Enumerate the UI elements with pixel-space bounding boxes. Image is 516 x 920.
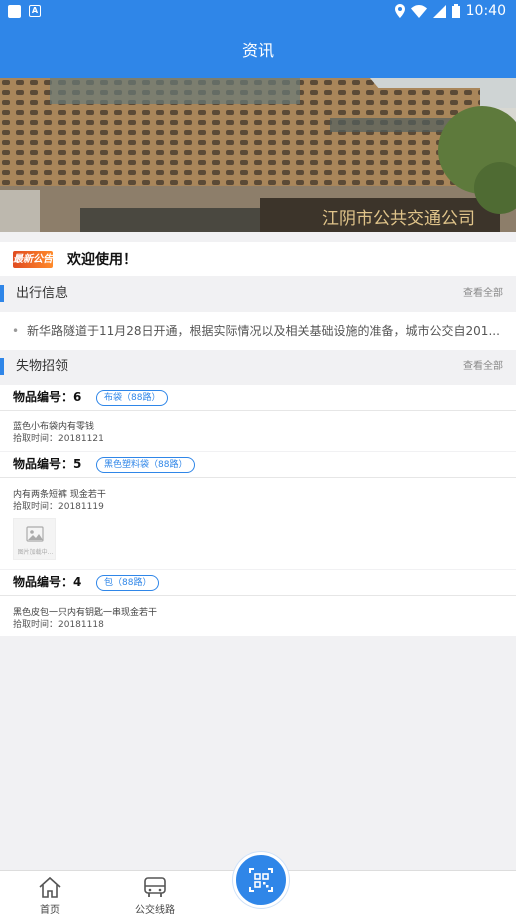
lost-item-header: 物品编号：5 黑色塑料袋（88路） xyxy=(0,452,516,478)
item-pickup-time: 拾取时间：20181121 xyxy=(13,434,104,444)
home-icon xyxy=(39,876,61,898)
section-title-lost-found: 失物招领 xyxy=(16,359,69,374)
lost-found-header: 失物招领 查看全部 xyxy=(0,350,516,384)
section-indicator xyxy=(0,358,4,375)
tab-home[interactable]: 首页 xyxy=(20,871,80,920)
item-number: 物品编号：6 xyxy=(13,390,82,404)
banner-photo: 江阴市公共交通公司 xyxy=(0,78,516,232)
item-tag-badge: 布袋（88路） xyxy=(96,390,169,406)
status-time: 10:40 xyxy=(465,3,506,19)
image-placeholder-icon xyxy=(25,526,44,542)
app-notification-icon: A xyxy=(29,5,41,17)
item-tag-badge: 黑色塑料袋（88路） xyxy=(96,457,196,473)
section-indicator xyxy=(0,285,4,302)
scan-qr-button[interactable] xyxy=(233,852,289,908)
item-tag-badge: 包（88路） xyxy=(96,575,160,591)
page-title: 资讯 xyxy=(241,41,274,60)
signal-icon xyxy=(432,4,446,18)
bus-icon xyxy=(144,877,166,897)
lost-item-header: 物品编号：4 包（88路） xyxy=(0,570,516,596)
section-title-travel-info: 出行信息 xyxy=(16,286,69,301)
notification-icon xyxy=(8,5,21,18)
item-image-placeholder[interactable]: 图片加载中... xyxy=(13,518,56,560)
tab-bus-routes[interactable]: 公交线路 xyxy=(125,871,185,920)
item-pickup-time: 拾取时间：20181119 xyxy=(13,502,104,512)
lost-item-card[interactable]: 物品编号：5 黑色塑料袋（88路） 内有两条短裤 现金若干 拾取时间：20181… xyxy=(0,452,516,569)
banner-sign-text: 江阴市公共交通公司 xyxy=(322,209,475,229)
item-number: 物品编号：5 xyxy=(13,457,82,471)
banner-image[interactable]: 江阴市公共交通公司 xyxy=(0,78,516,232)
status-bar: A 10:40 xyxy=(0,0,516,24)
item-number: 物品编号：4 xyxy=(13,575,82,589)
notice-badge: 最新公告 xyxy=(13,250,53,268)
tab-bus-routes-label: 公交线路 xyxy=(135,905,175,916)
view-all-travel-link[interactable]: 查看全部 xyxy=(463,277,503,311)
wifi-icon xyxy=(410,4,427,18)
notice-text: 欢迎使用！ xyxy=(67,252,137,268)
location-icon xyxy=(394,4,405,18)
latest-notice[interactable]: 最新公告 欢迎使用！ xyxy=(0,242,516,276)
image-loading-label: 图片加载中... xyxy=(17,549,54,556)
view-all-lost-found-link[interactable]: 查看全部 xyxy=(463,350,503,384)
battery-icon xyxy=(451,4,460,18)
bullet-icon: • xyxy=(12,324,20,338)
app-bar: 资讯 xyxy=(0,24,516,78)
travel-info-header: 出行信息 查看全部 xyxy=(0,277,516,311)
item-pickup-time: 拾取时间：20181118 xyxy=(13,620,104,630)
news-item[interactable]: • 新华路隧道于11月28日开通，根据实际情况以及相关基础设施的准备，城市公交自… xyxy=(0,312,516,350)
lost-item-card[interactable]: 物品编号：4 包（88路） 黑色皮包一只内有钥匙一串现金若干 拾取时间：2018… xyxy=(0,570,516,636)
qr-scan-icon xyxy=(249,868,273,892)
lost-item-header: 物品编号：6 布袋（88路） xyxy=(0,385,516,411)
news-item-text: 新华路隧道于11月28日开通，根据实际情况以及相关基础设施的准备，城市公交自20… xyxy=(27,324,500,338)
tab-home-label: 首页 xyxy=(40,905,60,916)
lost-item-card[interactable]: 物品编号：6 布袋（88路） 蓝色小布袋内有零钱 拾取时间：20181121 xyxy=(0,385,516,451)
